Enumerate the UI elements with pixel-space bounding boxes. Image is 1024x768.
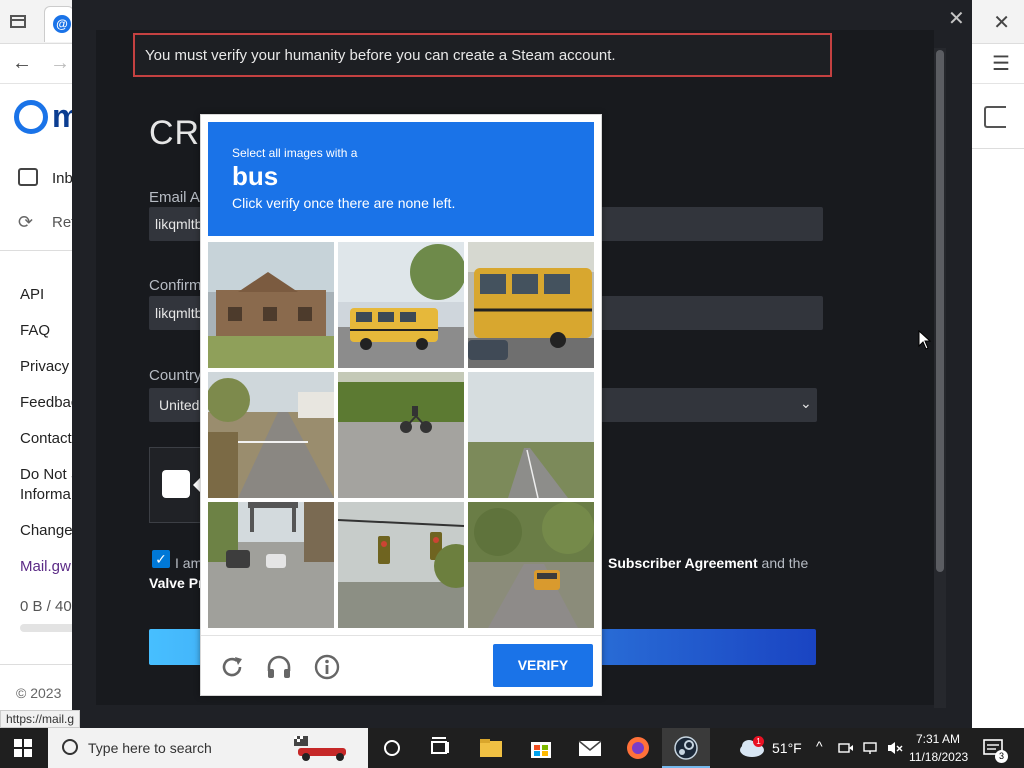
agreement-text-start: I am [175,555,203,571]
browser-menu-icon[interactable]: ☰ [992,51,1010,76]
school-bus-closeup-tile-image [468,242,594,368]
sidebar-link-mail-gw[interactable]: Mail.gw [20,558,71,575]
subscriber-agreement-link[interactable]: Subscriber Agreement [608,555,758,571]
modal-scrollbar-thumb[interactable] [936,50,944,572]
steam-icon[interactable] [672,734,700,762]
clock-date[interactable]: 11/18/2023 [909,750,968,764]
captcha-tile-8[interactable] [338,502,464,628]
captcha-tile-3[interactable] [468,242,594,368]
captcha-target-word: bus [232,161,279,191]
weather-temperature[interactable]: 51°F [772,740,802,756]
road-fields-tile-image [468,372,594,498]
agreement-text-suffix: and the [757,555,809,571]
sidebar-divider [0,250,72,251]
logout-icon[interactable] [984,106,1006,128]
street-houses-tile-image [208,372,334,498]
captcha-tile-4[interactable] [208,372,334,498]
captcha-sub-instruction: Click verify once there are none left. [232,195,456,211]
browser-close-icon[interactable]: ✕ [993,10,1010,35]
building-tile-image [208,242,334,368]
browser-tab[interactable]: @ [44,6,74,42]
cortana-icon[interactable] [382,734,410,762]
firefox-icon[interactable] [624,734,652,762]
sidebar-link-contact[interactable]: Contact [20,430,72,447]
weather-badge: 1 [753,736,764,747]
microsoft-store-icon[interactable] [527,734,555,762]
confirm-email-label: Confirm [149,277,202,294]
task-view-icon[interactable] [428,734,456,762]
clock-time[interactable]: 7:31 AM [916,732,960,746]
sidebar-link-feedback[interactable]: Feedbac [20,394,78,411]
captcha-tile-6[interactable] [468,372,594,498]
search-icon [62,739,78,755]
meet-now-icon[interactable] [838,740,854,756]
sidebar-link-change[interactable]: Change [20,522,73,539]
chevron-down-icon[interactable]: ⌄ [800,395,812,412]
mouse-cursor-icon [918,329,932,355]
notification-count-badge: 3 [995,750,1008,763]
headphones-icon[interactable] [265,653,293,681]
school-bus-tile-image [338,242,464,368]
volume-muted-icon[interactable] [886,740,904,756]
sidebar-link-do-not-sell-line2[interactable]: Informa [20,486,71,503]
search-highlight-racing-icon[interactable] [290,734,360,762]
cyclist-road-tile-image [338,372,464,498]
storage-bar [20,624,80,632]
steam-error-message: You must verify your humanity before you… [133,33,832,77]
captcha-tile-7[interactable] [208,502,334,628]
copyright-text: © 2023 [16,685,62,701]
mail-logo-icon[interactable] [14,100,48,134]
valve-privacy-link[interactable]: Valve Pr [149,575,204,591]
storage-usage-text: 0 B / 40 [20,598,72,615]
agreement-checkbox[interactable]: ✓ [152,550,170,568]
captcha-footer-divider [201,635,601,636]
windows-start-icon[interactable] [14,739,32,757]
captcha-tile-5[interactable] [338,372,464,498]
captcha-instruction: Select all images with a [232,146,358,160]
modal-close-icon[interactable]: ✕ [948,6,965,31]
taskbar-search-placeholder: Type here to search [88,740,212,756]
inbox-icon [18,168,38,186]
sidebar-link-privacy[interactable]: Privacy [20,358,69,375]
tab-overview-icon[interactable] [8,11,30,33]
status-bar-url: https://mail.g [0,710,81,728]
captcha-tile-1[interactable] [208,242,334,368]
sidebar-link-faq[interactable]: FAQ [20,322,50,339]
verify-button[interactable]: VERIFY [493,644,593,687]
header-divider [972,148,1024,149]
bus-in-street-tile-image [468,502,594,628]
refresh-icon[interactable]: ⟳ [18,212,33,233]
sidebar-footer-divider [0,664,72,665]
info-icon[interactable] [313,653,341,681]
agreement-text-end: Subscriber Agreement and the [608,555,808,571]
reload-icon[interactable] [218,653,246,681]
street-cars-tile-image [208,502,334,628]
back-arrow-icon[interactable]: ← [12,52,32,75]
mail-tab-favicon-icon: @ [53,15,71,33]
sidebar-link-api[interactable]: API [20,286,44,303]
chevron-up-icon[interactable]: ^ [816,738,823,754]
recaptcha-checkbox[interactable] [162,470,190,498]
forward-arrow-icon[interactable]: → [50,52,70,75]
captcha-tile-9[interactable] [468,502,594,628]
network-icon[interactable] [862,740,878,756]
file-explorer-icon[interactable] [478,734,506,762]
mail-app-icon[interactable] [576,734,604,762]
country-label: Country [149,367,202,384]
traffic-lights-tile-image [338,502,464,628]
captcha-tile-2[interactable] [338,242,464,368]
